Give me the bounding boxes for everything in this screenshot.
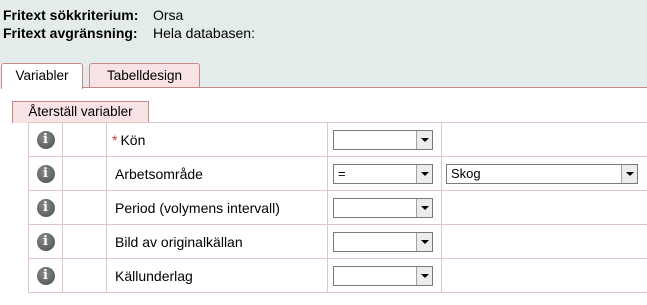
tab-divider [83,87,647,88]
chevron-down-icon [416,266,432,285]
info-icon[interactable]: i [36,130,55,149]
chevron-down-icon [416,164,432,183]
chevron-down-icon [416,232,432,251]
variables-table: i * Kön i Arbetsområde = Skog i Period (v… [28,122,647,293]
variable-label: Bild av originalkällan [115,233,243,250]
operator-select[interactable] [333,129,433,150]
search-criteria-value: Orsa [153,7,184,23]
value-select[interactable]: Skog [446,163,638,184]
reset-variables-button[interactable]: Återställ variabler [12,101,149,123]
info-icon[interactable]: i [36,266,55,285]
operator-select[interactable] [333,197,433,218]
required-marker: * [112,131,118,148]
table-row: i Bild av originalkällan [28,224,647,259]
table-row: i * Kön [28,122,647,157]
restriction-label: Fritext avgränsning: [3,25,138,41]
tab-tabelldesign[interactable]: Tabelldesign [89,63,200,88]
operator-select[interactable] [333,231,433,252]
operator-select[interactable] [333,265,433,286]
chevron-down-icon [416,130,432,149]
table-row: i Källunderlag [28,258,647,293]
search-criteria-label: Fritext sökkriterium: [3,7,139,23]
operator-value: = [338,165,346,181]
chevron-down-icon [621,164,637,183]
info-icon[interactable]: i [36,164,55,183]
table-row: i Arbetsområde = Skog [28,156,647,191]
tab-variabler[interactable]: Variabler [1,63,83,89]
operator-select[interactable]: = [333,163,433,184]
variable-label: Period (volymens intervall) [115,199,280,216]
variable-label: Källunderlag [115,267,193,284]
restriction-value: Hela databasen: [153,25,255,41]
info-icon[interactable]: i [36,198,55,217]
search-criteria-row: Fritext sökkriterium: Orsa [3,7,183,23]
restriction-row: Fritext avgränsning: Hela databasen: [3,25,255,41]
info-icon[interactable]: i [36,232,55,251]
chevron-down-icon [416,198,432,217]
variable-label: Arbetsområde [115,165,203,182]
variable-label: Kön [120,131,146,148]
value-text: Skog [451,165,481,181]
table-row: i Period (volymens intervall) [28,190,647,225]
